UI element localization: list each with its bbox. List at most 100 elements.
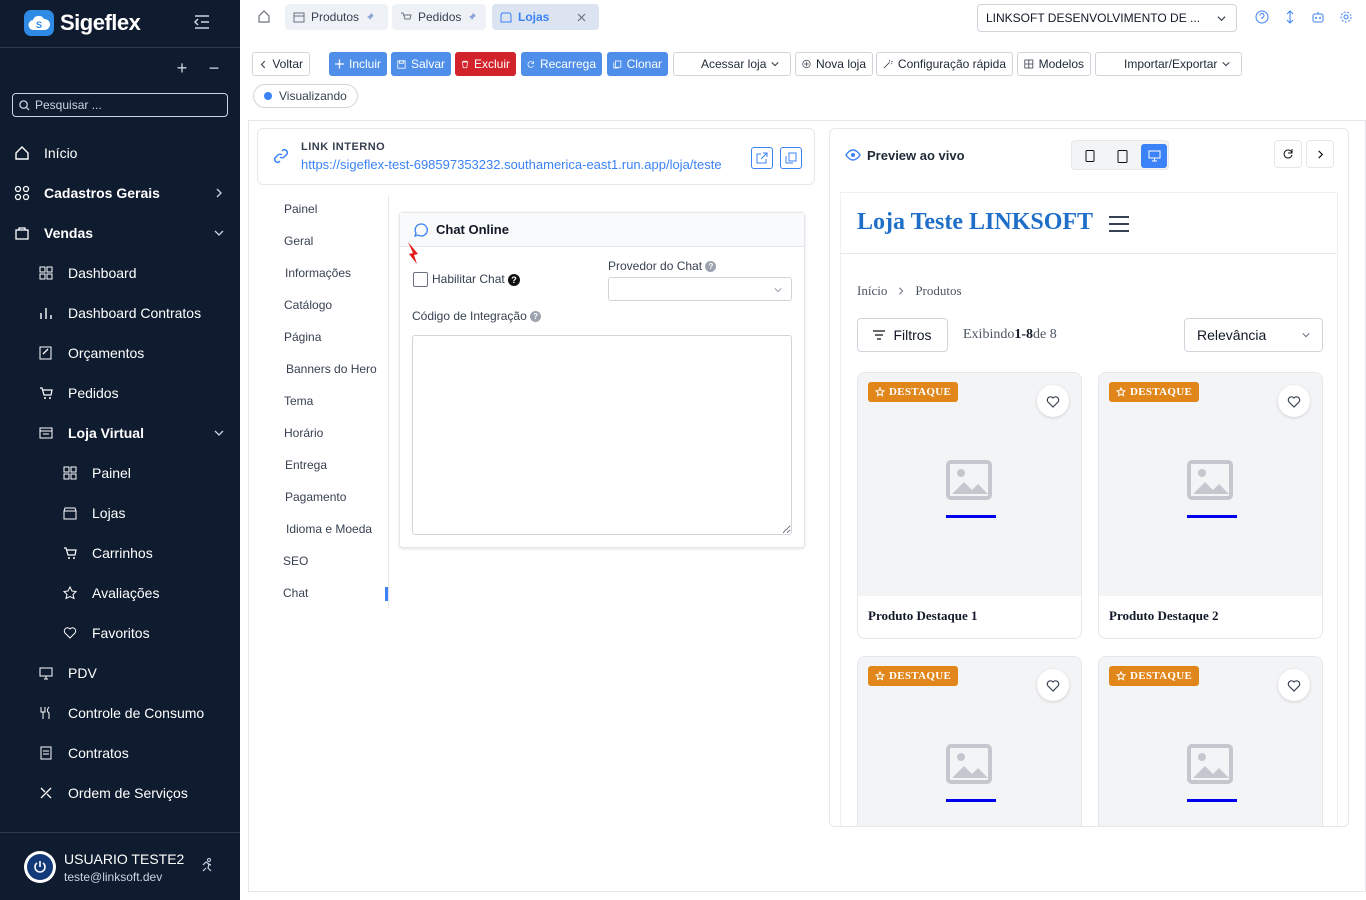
product-card[interactable]: DESTAQUE	[857, 656, 1082, 826]
help-icon[interactable]: ?	[530, 311, 542, 323]
collapse-preview-button[interactable]	[1306, 140, 1334, 168]
product-card[interactable]: DESTAQUE Produto Destaque 2	[1098, 372, 1323, 639]
copy-link-button[interactable]	[780, 147, 802, 169]
subnav-pagina[interactable]: Página	[284, 330, 321, 344]
sidebar-search-input[interactable]	[35, 98, 215, 112]
tab-produtos[interactable]: Produtos	[285, 4, 388, 30]
access-store-button[interactable]: Acessar loja	[673, 52, 791, 76]
breadcrumb-home[interactable]: Início	[857, 283, 887, 299]
subnav-catalogo[interactable]: Catálogo	[284, 298, 332, 312]
pin-icon[interactable]	[467, 12, 477, 22]
sidebar-search[interactable]	[12, 93, 228, 117]
favorite-button[interactable]	[1278, 385, 1310, 417]
sidebar-item-contratos[interactable]: Contratos	[0, 735, 240, 771]
product-name[interactable]: Produto Destaque 2	[1109, 608, 1219, 624]
delete-button[interactable]: Excluir	[455, 52, 516, 76]
sidebar-item-label: Contratos	[68, 745, 129, 761]
heart-icon	[1046, 395, 1060, 408]
logout-run-icon[interactable]	[199, 857, 215, 878]
collapse-all-button[interactable]: −	[204, 58, 224, 79]
favorite-button[interactable]	[1278, 669, 1310, 701]
sidebar-item-label: Início	[44, 145, 78, 161]
resize-vertical-icon[interactable]	[1283, 10, 1297, 24]
reload-button[interactable]: Recarrega	[521, 52, 602, 76]
chat-provider-select[interactable]	[608, 277, 792, 301]
settings-gear-icon[interactable]	[1339, 10, 1353, 24]
sidebar-item-ordem-servicos[interactable]: Ordem de Serviços	[0, 775, 240, 811]
favorite-button[interactable]	[1037, 669, 1069, 701]
expand-all-button[interactable]: +	[172, 58, 192, 79]
sidebar-item-painel[interactable]: Painel	[0, 455, 240, 491]
subnav-informacoes[interactable]: Informações	[285, 266, 351, 280]
help-icon[interactable]: ?	[705, 261, 717, 273]
robot-icon[interactable]	[1311, 10, 1325, 24]
quick-config-button[interactable]: Configuração rápida	[876, 52, 1013, 76]
sidebar-item-controle-consumo[interactable]: Controle de Consumo	[0, 695, 240, 731]
subnav-horario[interactable]: Horário	[284, 426, 323, 440]
subnav-banners-hero[interactable]: Banners do Hero	[286, 362, 377, 376]
product-name[interactable]: Produto Destaque 1	[868, 608, 978, 624]
sidebar-item-carrinhos[interactable]: Carrinhos	[0, 535, 240, 571]
integration-code-textarea[interactable]	[412, 335, 792, 535]
sidebar-item-favoritos[interactable]: Favoritos	[0, 615, 240, 651]
product-card[interactable]: DESTAQUE Produto Destaque 1	[857, 372, 1082, 639]
pin-icon[interactable]	[365, 12, 375, 22]
sidebar-item-inicio[interactable]: Início	[0, 135, 240, 171]
subnav-idioma-moeda[interactable]: Idioma e Moeda	[286, 522, 372, 536]
tab-pedidos[interactable]: Pedidos	[392, 4, 486, 30]
sidebar-item-avaliacoes[interactable]: Avaliações	[0, 575, 240, 611]
help-icon[interactable]	[1255, 10, 1269, 24]
subnav-painel[interactable]: Painel	[284, 202, 317, 216]
desktop-view-button[interactable]	[1141, 144, 1167, 168]
refresh-preview-button[interactable]	[1274, 140, 1302, 168]
subnav-pagamento[interactable]: Pagamento	[285, 490, 346, 504]
link-url[interactable]: https://sigeflex-test-698597353232.south…	[301, 157, 722, 172]
sidebar-item-vendas[interactable]: Vendas	[0, 215, 240, 251]
import-export-button[interactable]: Importar/Exportar	[1095, 52, 1242, 76]
open-external-button[interactable]	[751, 147, 773, 169]
filters-button[interactable]: Filtros	[857, 318, 948, 352]
hamburger-menu-icon[interactable]	[1109, 215, 1129, 233]
subnav-tema[interactable]: Tema	[284, 394, 313, 408]
sort-select[interactable]: Relevância	[1184, 318, 1323, 352]
chevron-down-icon	[774, 288, 782, 293]
store-icon	[37, 424, 55, 442]
subnav-seo[interactable]: SEO	[283, 554, 308, 568]
save-button[interactable]: Salvar	[391, 52, 451, 76]
new-store-button[interactable]: Nova loja	[795, 52, 873, 76]
subnav-chat[interactable]: Chat	[283, 586, 308, 600]
sidebar-item-pedidos[interactable]: Pedidos	[0, 375, 240, 411]
collapse-sidebar-icon[interactable]	[193, 14, 211, 35]
tablet-view-button[interactable]	[1109, 144, 1135, 168]
sidebar-item-cadastros-gerais[interactable]: Cadastros Gerais	[0, 175, 240, 211]
sidebar-item-orcamentos[interactable]: Orçamentos	[0, 335, 240, 371]
subnav-geral[interactable]: Geral	[284, 234, 313, 248]
add-button[interactable]: Incluir	[329, 52, 387, 76]
close-icon[interactable]	[577, 13, 586, 22]
image-placeholder-icon	[945, 743, 992, 784]
home-icon[interactable]	[257, 9, 271, 28]
enable-chat-checkbox[interactable]	[413, 272, 428, 287]
back-button[interactable]: Voltar	[252, 52, 310, 76]
models-button[interactable]: Modelos	[1017, 52, 1091, 76]
sidebar-item-pdv[interactable]: PDV	[0, 655, 240, 691]
badge-label: DESTAQUE	[889, 670, 952, 682]
brand[interactable]: S Sigeflex	[24, 10, 141, 36]
sidebar-item-dashboard-contratos[interactable]: Dashboard Contratos	[0, 295, 240, 331]
image-placeholder-icon	[945, 459, 992, 500]
sidebar-item-label: Controle de Consumo	[68, 705, 205, 721]
clone-button[interactable]: Clonar	[607, 52, 668, 76]
user-panel[interactable]: USUARIO TESTE2 teste@linksoft.dev	[0, 832, 240, 900]
mobile-view-button[interactable]	[1077, 144, 1103, 168]
favorite-button[interactable]	[1037, 385, 1069, 417]
chevron-down-icon	[214, 230, 224, 236]
sidebar-item-loja-virtual[interactable]: Loja Virtual	[0, 415, 240, 451]
product-card[interactable]: DESTAQUE	[1098, 656, 1323, 826]
sidebar-item-dashboard[interactable]: Dashboard	[0, 255, 240, 291]
store-name[interactable]: Loja Teste LINKSOFT	[857, 209, 1093, 236]
company-select[interactable]: LINKSOFT DESENVOLVIMENTO DE ...	[977, 4, 1237, 32]
help-icon[interactable]: ?	[508, 273, 521, 286]
subnav-entrega[interactable]: Entrega	[285, 458, 327, 472]
tab-lojas[interactable]: Lojas	[492, 4, 599, 30]
sidebar-item-lojas[interactable]: Lojas	[0, 495, 240, 531]
